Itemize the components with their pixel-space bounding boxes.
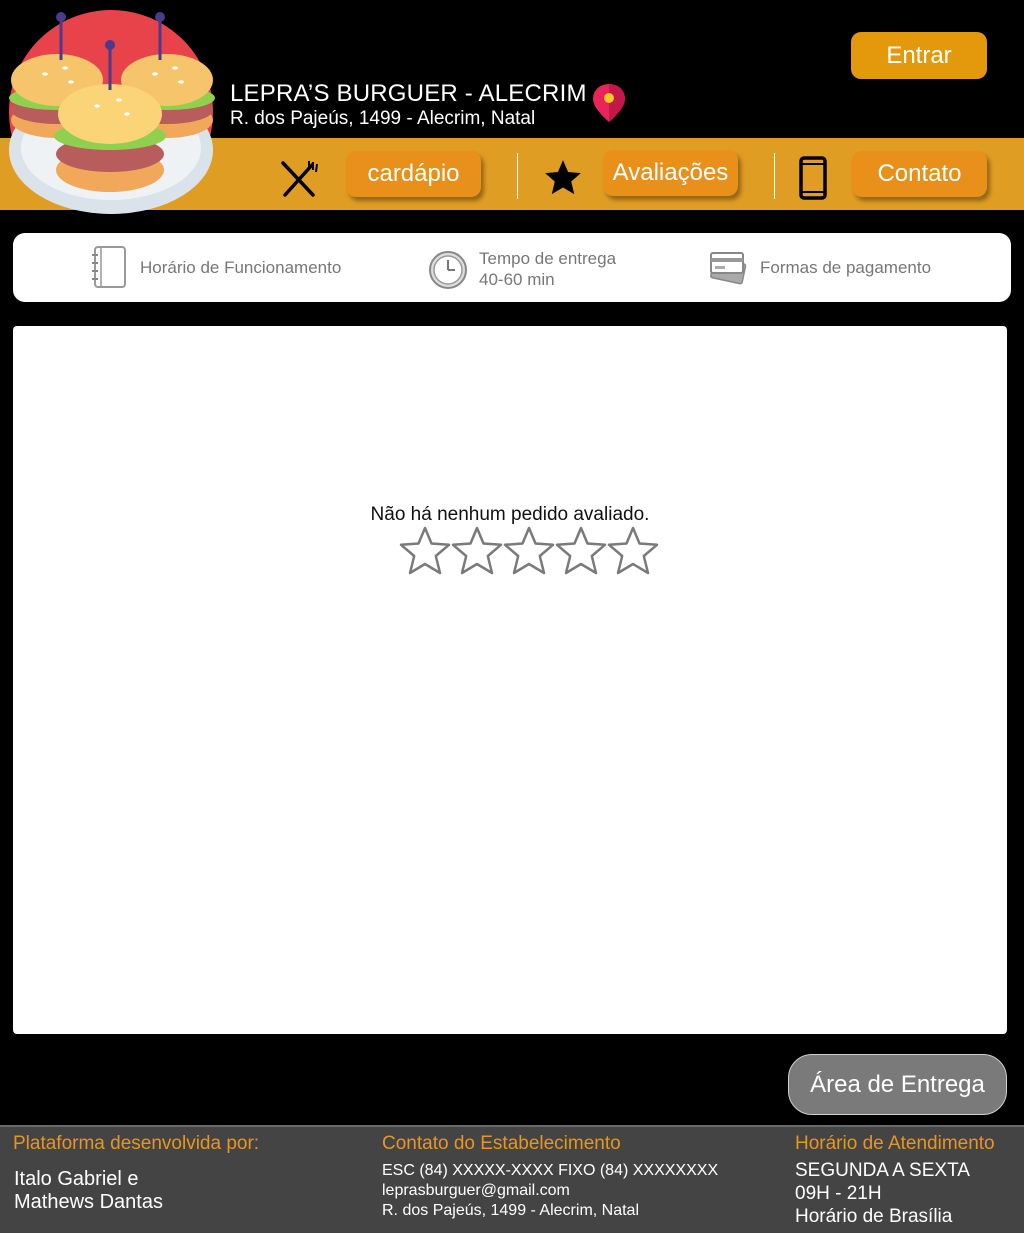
empty-star-icon[interactable] (448, 525, 506, 577)
nav-divider (517, 153, 518, 199)
store-info-bar: Horário de Funcionamento Tempo de entreg… (13, 233, 1011, 302)
platform-heading: Plataforma desenvolvida por: (13, 1133, 260, 1154)
empty-star-icon[interactable] (552, 525, 610, 577)
menu-button[interactable]: cardápio (346, 151, 481, 197)
nav-divider (774, 153, 775, 199)
store-address: R. dos Pajeús, 1499 - Alecrim, Natal (230, 108, 536, 129)
developers-line-2: Mathews Dantas (14, 1191, 163, 1213)
contact-email[interactable]: leprasburguer@gmail.com (382, 1182, 570, 1200)
empty-star-icon[interactable] (604, 525, 662, 577)
empty-reviews-message: Não há nenhum pedido avaliado. (370, 504, 650, 525)
notebook-icon (92, 246, 126, 288)
star-icon (545, 160, 581, 195)
footer: Plataforma desenvolvida por: Italo Gabri… (0, 1125, 1024, 1233)
credit-cards-icon (710, 252, 747, 285)
delivery-time-label: Tempo de entrega (479, 249, 617, 268)
contact-heading: Contato do Estabelecimento (382, 1133, 621, 1154)
developers-line-1: Italo Gabriel e (14, 1168, 139, 1190)
burger-logo (9, 10, 215, 214)
reviews-panel: Não há nenhum pedido avaliado. (13, 326, 1007, 1034)
delivery-time-item: Tempo de entrega 40-60 min (427, 248, 616, 290)
fork-knife-icon (281, 161, 318, 197)
contact-phones: ESC (84) XXXXX-XXXX FIXO (84) XXXXXXXX (382, 1162, 719, 1179)
payment-methods-label: Formas de pagamento (760, 257, 932, 277)
store-name: LEPRA’S BURGUER - ALECRIM (230, 80, 587, 107)
empty-star-icon[interactable] (500, 525, 558, 577)
contact-button[interactable]: Contato (852, 151, 987, 197)
delivery-area-button[interactable]: Área de Entrega (788, 1054, 1007, 1115)
service-hours: 09H - 21H (795, 1183, 882, 1204)
clock-icon (429, 251, 467, 289)
delivery-time-value: 40-60 min (479, 270, 555, 289)
payment-methods-item[interactable]: Formas de pagamento (707, 247, 931, 287)
opening-hours-label: Horário de Funcionamento (140, 257, 342, 277)
location-pin-icon[interactable] (591, 82, 627, 124)
hours-heading: Horário de Atendimento (795, 1133, 995, 1154)
service-days: SEGUNDA A SEXTA (795, 1160, 970, 1181)
opening-hours-item[interactable]: Horário de Funcionamento (89, 245, 341, 289)
reviews-button[interactable]: Avaliações (603, 150, 738, 196)
mobile-phone-icon (799, 156, 827, 200)
rating-stars (396, 525, 659, 577)
service-timezone: Horário de Brasília (795, 1206, 953, 1227)
login-button[interactable]: Entrar (851, 32, 987, 79)
empty-star-icon[interactable] (396, 525, 454, 577)
contact-address: R. dos Pajeús, 1499 - Alecrim, Natal (382, 1202, 640, 1219)
